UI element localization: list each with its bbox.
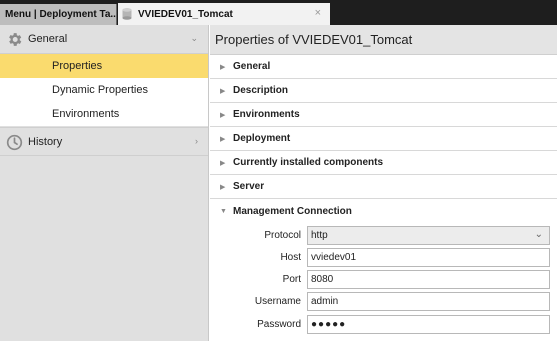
port-label: Port	[282, 274, 301, 285]
password-input[interactable]: ●●●●●	[307, 315, 550, 334]
sidebar: General ⌄ Properties Dynamic Properties …	[0, 25, 209, 341]
section-label: Management Connection	[233, 205, 352, 217]
section-management-connection[interactable]: ▼ Management Connection	[210, 199, 557, 223]
password-label: Password	[257, 319, 301, 330]
chevron-right-icon: ▶	[220, 159, 226, 167]
tab-label: Menu | Deployment Ta...	[5, 9, 117, 20]
chevron-right-icon[interactable]: ›	[195, 136, 198, 146]
sidebar-item-label: Environments	[52, 108, 120, 120]
tab-menu-deployment[interactable]: Menu | Deployment Ta...	[0, 4, 117, 25]
tab-bar: Menu | Deployment Ta... VVIEDEV01_Tomcat…	[0, 0, 557, 25]
chevron-right-icon: ▶	[220, 183, 226, 191]
section-label: Server	[233, 181, 265, 192]
section-label: Environments	[233, 109, 300, 120]
clock-icon	[6, 134, 23, 151]
username-input[interactable]: admin	[307, 292, 550, 311]
port-input[interactable]: 8080	[307, 270, 550, 289]
section-installed-components[interactable]: ▶ Currently installed components	[210, 151, 557, 175]
chevron-right-icon: ▶	[220, 135, 226, 143]
main-panel: Properties of VVIEDEV01_Tomcat ▶ General…	[210, 25, 557, 341]
chevron-down-icon: ▼	[220, 207, 227, 215]
chevron-right-icon: ▶	[220, 63, 226, 71]
protocol-label: Protocol	[264, 230, 301, 241]
tab-label: VVIEDEV01_Tomcat	[138, 8, 233, 20]
form-row-username: Username admin	[210, 292, 557, 314]
form-row-port: Port 8080	[210, 270, 557, 292]
gear-icon	[6, 31, 23, 48]
section-environments[interactable]: ▶ Environments	[210, 103, 557, 127]
form-row-password: Password ●●●●●	[210, 315, 557, 337]
tab-vviedev01-tomcat[interactable]: VVIEDEV01_Tomcat ×	[118, 3, 330, 25]
section-label: Description	[233, 85, 289, 96]
section-deployment[interactable]: ▶ Deployment	[210, 127, 557, 151]
chevron-down-icon[interactable]: ⌄	[190, 33, 198, 44]
database-icon	[122, 8, 132, 20]
sidebar-item-environments[interactable]: Environments	[0, 102, 208, 126]
sidebar-group-history[interactable]: History ›	[0, 127, 208, 156]
page-title: Properties of VVIEDEV01_Tomcat	[210, 25, 557, 55]
chevron-down-icon: ⌄	[534, 229, 543, 240]
sidebar-item-properties[interactable]: Properties	[0, 54, 208, 78]
username-label: Username	[254, 296, 301, 307]
sidebar-item-label: Properties	[52, 60, 103, 72]
close-icon[interactable]: ×	[315, 7, 321, 19]
section-label: General	[233, 61, 271, 72]
form-row-host: Host vviedev01	[210, 248, 557, 270]
sidebar-group-label: History	[28, 136, 63, 148]
host-label: Host	[280, 252, 301, 263]
section-label: Deployment	[233, 133, 291, 144]
sidebar-group-label: General	[28, 33, 68, 45]
protocol-value: http	[311, 230, 328, 241]
sidebar-group-general[interactable]: General ⌄	[0, 25, 208, 54]
section-general[interactable]: ▶ General	[210, 55, 557, 79]
sidebar-item-dynamic-properties[interactable]: Dynamic Properties	[0, 78, 208, 102]
section-server[interactable]: ▶ Server	[210, 175, 557, 199]
host-input[interactable]: vviedev01	[307, 248, 550, 267]
chevron-right-icon: ▶	[220, 111, 226, 119]
protocol-select[interactable]: http ⌄	[307, 226, 550, 245]
form-row-protocol: Protocol http ⌄	[210, 226, 557, 248]
section-description[interactable]: ▶ Description	[210, 79, 557, 103]
sidebar-item-label: Dynamic Properties	[52, 84, 148, 96]
section-label: Currently installed components	[233, 157, 384, 168]
chevron-right-icon: ▶	[220, 87, 226, 95]
